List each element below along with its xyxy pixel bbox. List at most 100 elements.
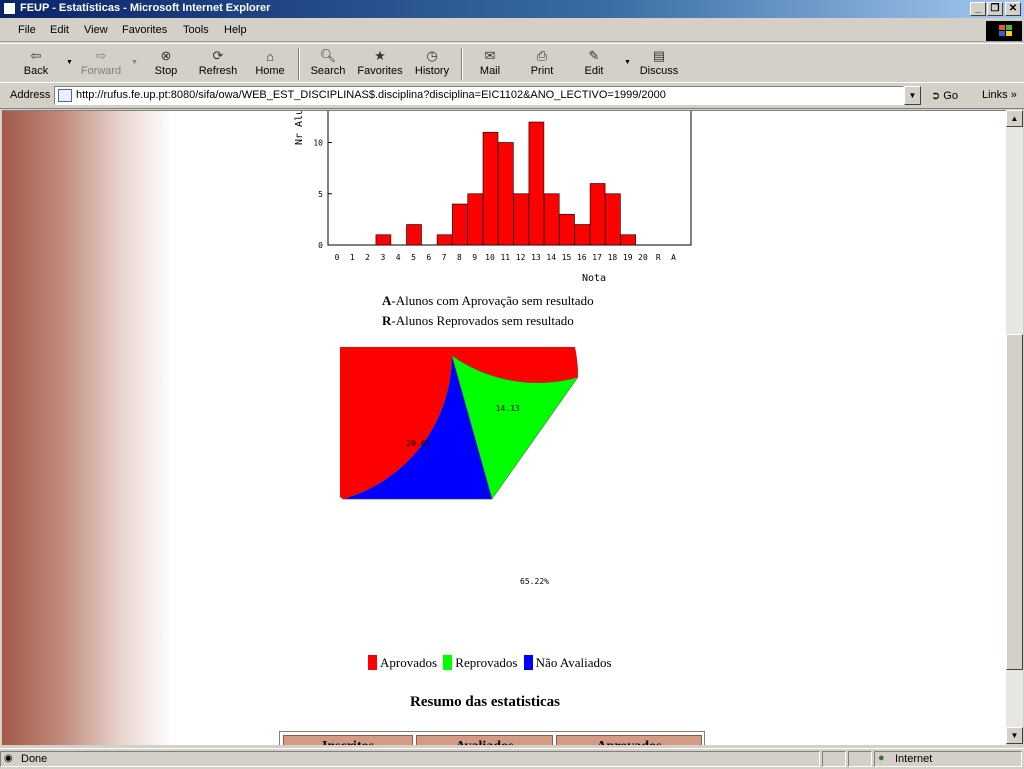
histogram-x-tick-label: 9: [472, 253, 477, 262]
table-header-inscritos: Inscritos: [283, 735, 413, 745]
home-icon: ⌂: [266, 48, 274, 64]
status-text-panel: ◉ Done: [0, 751, 820, 767]
back-dropdown-icon[interactable]: ▼: [66, 59, 73, 66]
menu-view[interactable]: View: [84, 24, 108, 36]
histogram-bar-9: [467, 193, 483, 246]
histogram-x-tick-label: 1: [350, 253, 355, 262]
histogram-bar-12: [513, 193, 529, 246]
histogram-x-tick-label: 19: [623, 253, 633, 262]
histogram-x-tick-label: 10: [485, 253, 495, 262]
histogram-x-tick-label: 8: [457, 253, 462, 262]
histogram-x-tick-label: 20: [638, 253, 648, 262]
summary-table: Inscritos Avaliados Aprovados: [279, 731, 705, 745]
histogram-y-tick-label: 5: [318, 190, 323, 199]
histogram-x-tick-label: 16: [577, 253, 587, 262]
note-r: R-Alunos Reprovados sem resultado: [382, 313, 574, 329]
status-panel-empty: [848, 751, 872, 767]
menu-tools[interactable]: Tools: [183, 24, 209, 36]
go-button[interactable]: ➲ Go: [931, 89, 958, 102]
histogram-x-tick-label: 13: [531, 253, 541, 262]
favorites-button[interactable]: ★ Favorites: [354, 45, 406, 81]
menu-file[interactable]: File: [18, 24, 36, 36]
note-a-key: A: [382, 293, 392, 308]
print-button[interactable]: ⎙ Print: [522, 45, 562, 81]
print-label: Print: [530, 65, 554, 77]
maximize-button[interactable]: ❐: [987, 2, 1003, 16]
histogram-x-tick-label: 14: [546, 253, 556, 262]
note-r-text: -Alunos Reprovados sem resultado: [391, 313, 574, 328]
status-page-icon: ◉: [4, 753, 13, 764]
stop-button[interactable]: ⊗ Stop: [146, 45, 186, 81]
toolbar-separator: [298, 48, 300, 80]
mail-icon: ✉: [484, 48, 496, 63]
mail-button[interactable]: ✉ Mail: [470, 45, 510, 81]
history-label: History: [414, 65, 450, 77]
toolbar-separator: [461, 48, 463, 80]
back-arrow-icon: ⇦: [30, 48, 42, 63]
home-button[interactable]: ⌂ Home: [250, 45, 290, 81]
close-button[interactable]: ✕: [1005, 2, 1021, 16]
scroll-thumb[interactable]: [1006, 334, 1023, 670]
page-content: 0 5 10 0 1 2 3 4 5 6 7 8 9 10 11 12 13 14 15 16 17 18 19 20 R A …: [2, 110, 1006, 745]
address-dropdown-icon[interactable]: ▼: [904, 86, 921, 105]
histogram-x-tick-label: 4: [396, 253, 401, 262]
chevron-right-icon: »: [1010, 89, 1017, 101]
vertical-scrollbar[interactable]: ▲ ▼: [1006, 110, 1023, 744]
search-button[interactable]: 🔍︎ Search: [306, 45, 350, 81]
forward-button[interactable]: ⇨ Forward: [76, 45, 126, 81]
minimize-button[interactable]: _: [970, 2, 986, 16]
back-button[interactable]: ⇦ Back: [14, 45, 58, 81]
stop-icon: ⊗: [160, 48, 172, 63]
side-gradient-decoration: [2, 111, 172, 745]
globe-icon: ●: [878, 752, 885, 764]
edit-button[interactable]: ✎ Edit: [574, 45, 614, 81]
history-button[interactable]: ◷ History: [411, 45, 453, 81]
scroll-up-icon[interactable]: ▲: [1006, 110, 1023, 127]
status-zone-panel: ● Internet: [874, 751, 1022, 767]
status-panel-empty: [822, 751, 846, 767]
favorites-label: Favorites: [357, 65, 403, 77]
toolbar: ⇦ Back ▼ ⇨ Forward ▼ ⊗ Stop ⟳ Refresh ⌂ …: [0, 43, 1024, 83]
note-a-text: -Alunos com Aprovação sem resultado: [391, 293, 594, 308]
results-pie-chart: 65.22% 14.13 20.65: [340, 347, 579, 586]
address-url: http://rufus.fe.up.pt:8080/sifa/owa/WEB_…: [76, 89, 666, 101]
discuss-button[interactable]: ▤ Discuss: [636, 45, 682, 81]
search-label: Search: [310, 65, 346, 77]
histogram-bar-3: [375, 234, 392, 246]
histogram-bar-8: [452, 203, 468, 246]
mail-label: Mail: [479, 65, 501, 77]
status-zone: Internet: [895, 753, 933, 765]
address-label: Address: [10, 89, 51, 101]
edit-dropdown-icon[interactable]: ▼: [624, 59, 631, 66]
summary-title: Resumo das estatisticas: [410, 694, 560, 710]
histogram-x-tick-label: 17: [592, 253, 602, 262]
forward-dropdown-icon[interactable]: ▼: [131, 59, 138, 66]
histogram-x-tick-label: 7: [442, 253, 447, 262]
histogram-bar-18: [605, 193, 621, 246]
menu-help[interactable]: Help: [224, 24, 247, 36]
status-text: Done: [21, 753, 48, 765]
links-label: Links: [982, 89, 1008, 101]
legend-label-nao-avaliados: Não Avaliados: [535, 655, 612, 670]
refresh-button[interactable]: ⟳ Refresh: [194, 45, 242, 81]
scroll-down-icon[interactable]: ▼: [1006, 727, 1023, 744]
edit-document-icon: ✎: [588, 48, 600, 63]
grade-histogram: 0510 0 1 2 3 4 5 6 7 8 9 10 11 12 13 14 15 16 17 18 19 20 R A …: [294, 111, 692, 284]
legend-swatch-nao-avaliados: [523, 655, 533, 670]
links-button[interactable]: Links »: [982, 89, 1017, 101]
menu-favorites[interactable]: Favorites: [122, 24, 167, 36]
histogram-x-tick-label: 5: [411, 253, 416, 262]
histogram-x-tick-label: 12: [516, 253, 526, 262]
histogram-bar-17: [589, 183, 606, 246]
address-input[interactable]: http://rufus.fe.up.pt:8080/sifa/owa/WEB_…: [54, 86, 904, 105]
menu-edit[interactable]: Edit: [50, 24, 69, 36]
histogram-bar-13: [528, 121, 545, 246]
histogram-bar-16: [574, 224, 591, 246]
histogram-x-tick-label: 15: [562, 253, 572, 262]
edit-label: Edit: [584, 65, 604, 77]
forward-label: Forward: [80, 65, 122, 77]
histogram-x-tick-label: R: [656, 253, 661, 262]
histogram-bar-15: [559, 213, 575, 246]
histogram-x-tick-label: 18: [608, 253, 618, 262]
go-label: Go: [943, 90, 958, 102]
